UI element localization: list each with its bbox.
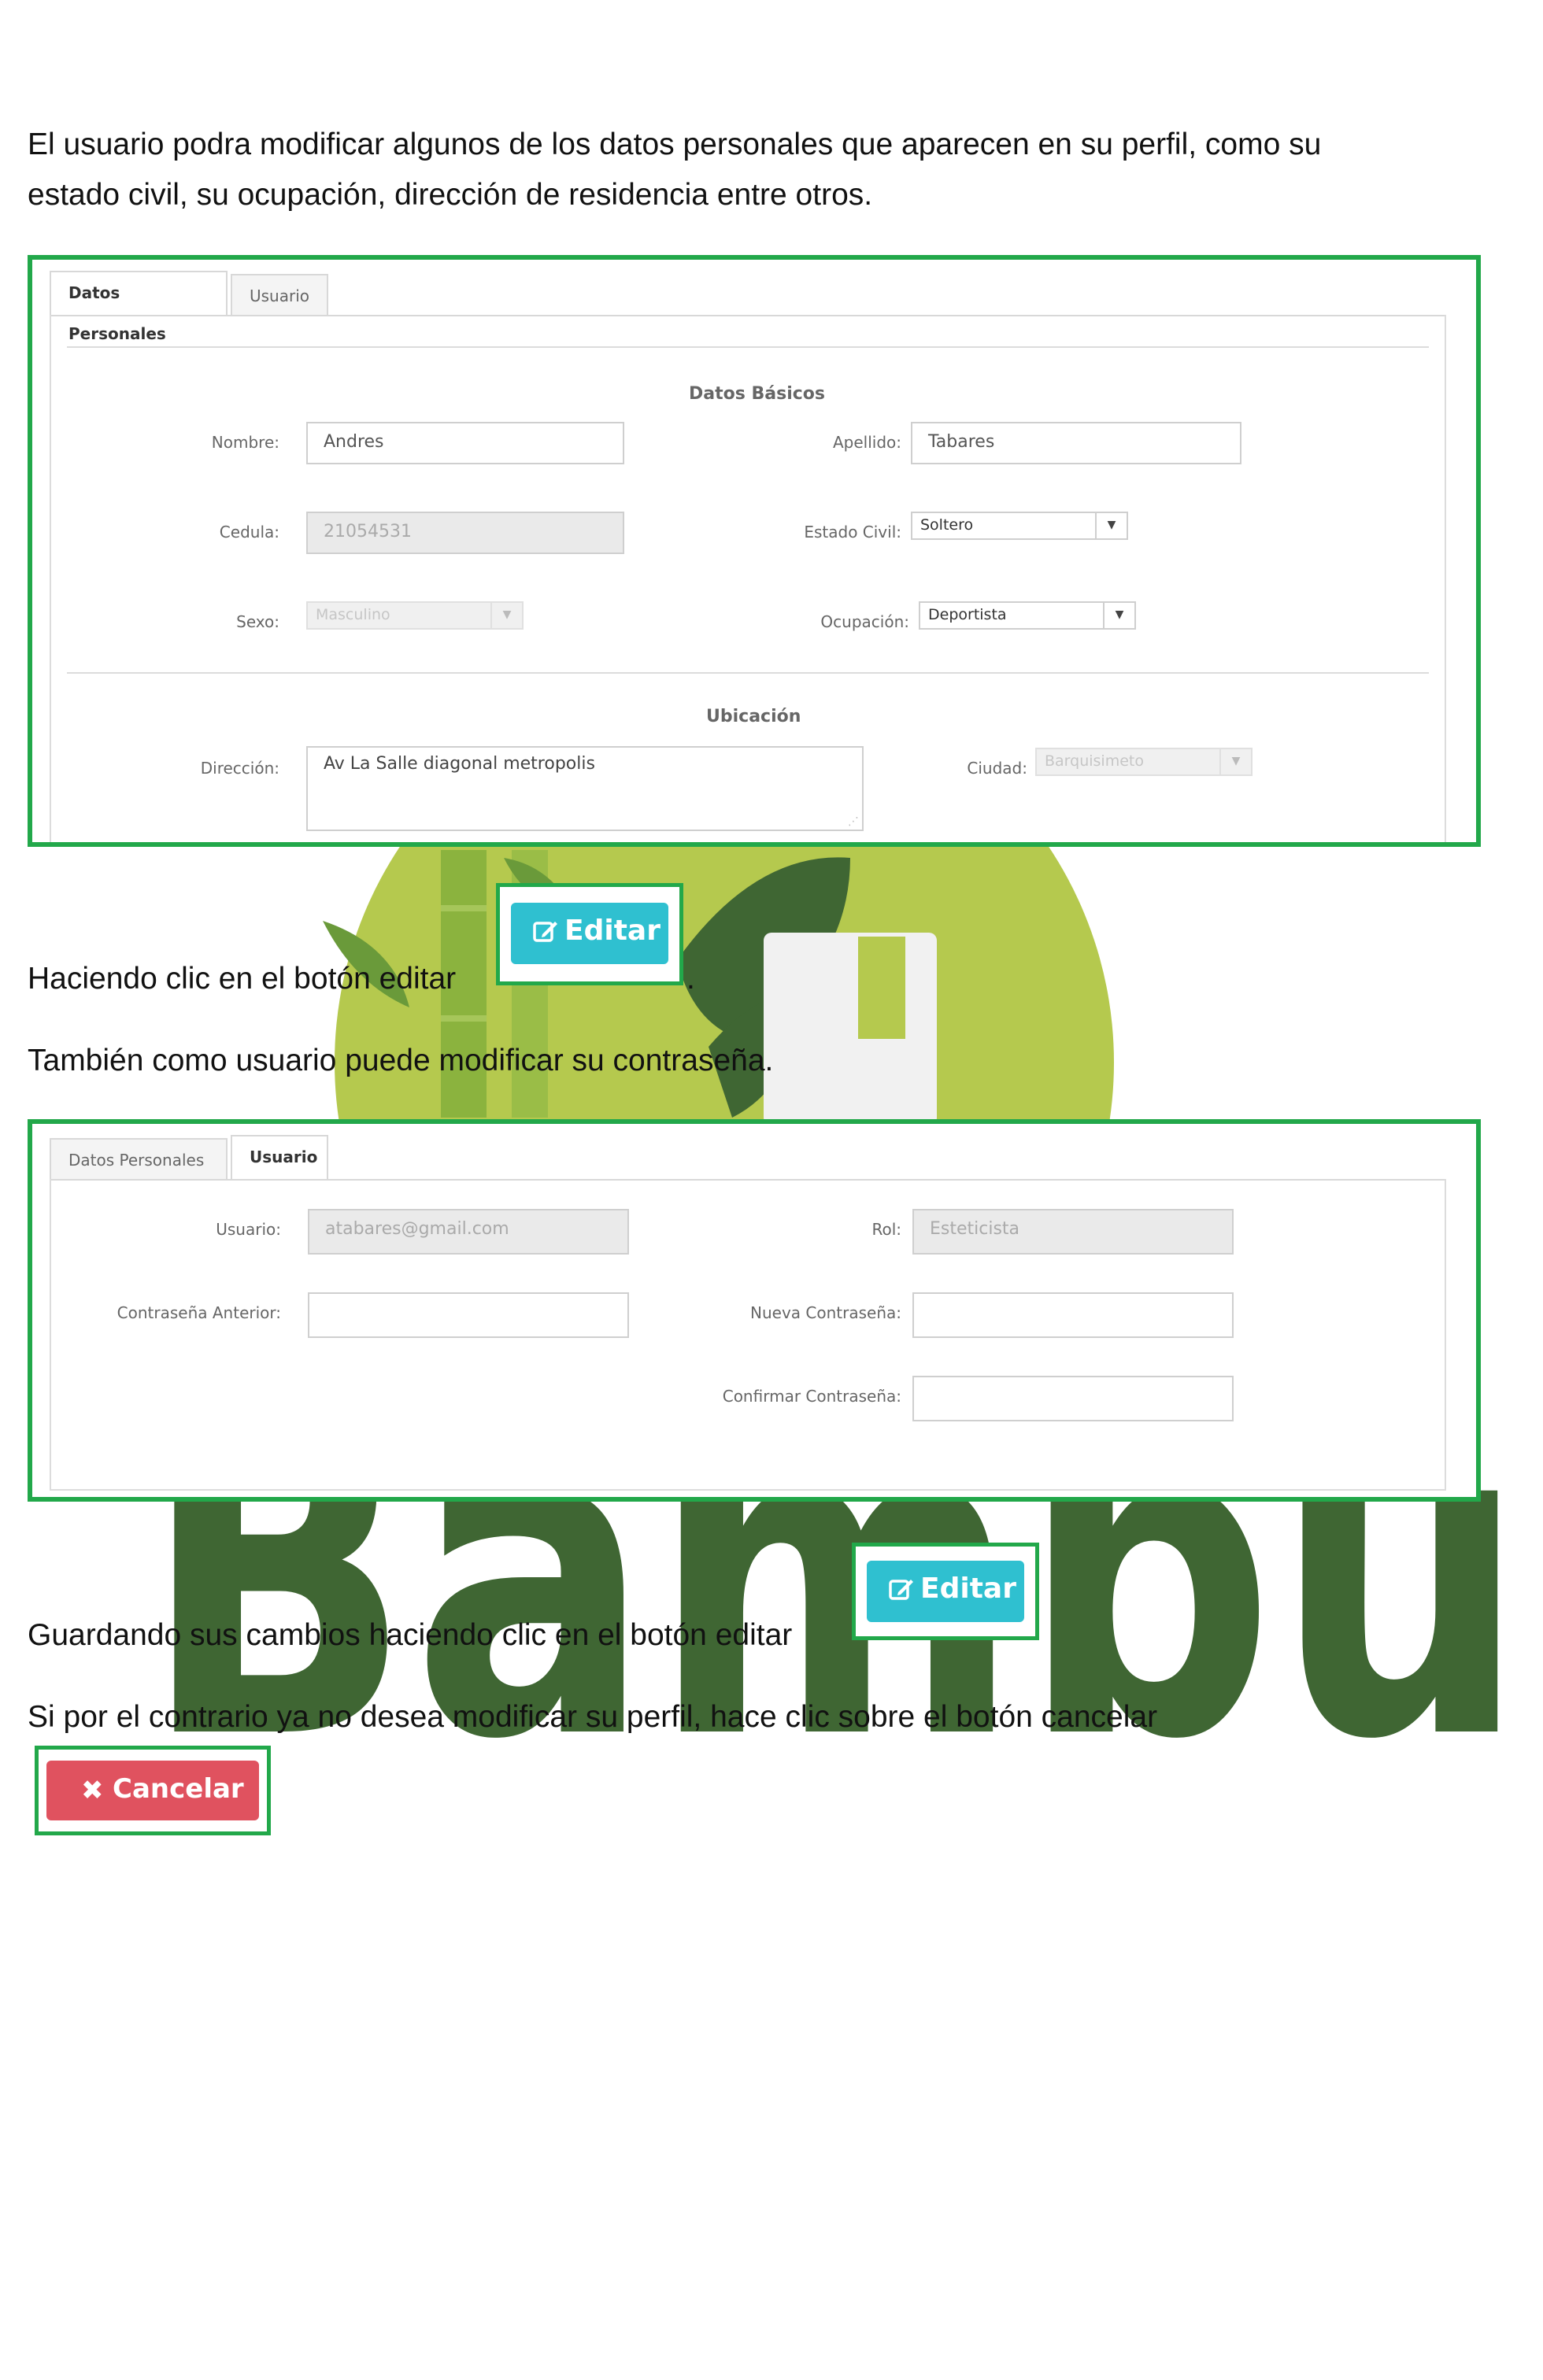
x-icon: ✖ xyxy=(81,1775,104,1806)
edit-button-highlight-2: Editar xyxy=(852,1543,1039,1640)
usuario-label: Usuario: xyxy=(216,1220,281,1239)
ciudad-value: Barquisimeto xyxy=(1045,752,1144,770)
cedula-input[interactable]: 21054531 xyxy=(306,512,624,554)
edit-instruction-period: . xyxy=(686,962,695,996)
edit-instruction: Haciendo clic en el botón editar xyxy=(28,962,457,996)
estado-civil-select[interactable]: Soltero ▼ xyxy=(911,512,1128,540)
direccion-label: Dirección: xyxy=(200,759,279,778)
edit-button-label: Editar xyxy=(564,915,660,947)
section-divider xyxy=(67,672,1429,674)
cancel-instruction: Si por el contrario ya no desea modifica… xyxy=(28,1700,1158,1734)
estado-civil-value: Soltero xyxy=(920,516,974,534)
cedula-label: Cedula: xyxy=(219,523,279,541)
chevron-down-icon: ▼ xyxy=(1219,749,1251,774)
direccion-textarea[interactable]: Av La Salle diagonal metropolis ⋰ xyxy=(306,746,864,831)
confirmar-contrasena-label: Confirmar Contraseña: xyxy=(722,1387,901,1406)
top-divider xyxy=(67,346,1429,348)
edit-button[interactable]: Editar xyxy=(867,1561,1024,1622)
intro-line-2: estado civil, su ocupación, dirección de… xyxy=(28,178,873,212)
form-panel: Usuario: atabares@gmail.com Rol: Estetic… xyxy=(50,1179,1446,1491)
form-tabs: Datos Personales Usuario xyxy=(50,1135,1446,1181)
edit-icon xyxy=(889,1576,914,1602)
cancel-button-label: Cancelar xyxy=(113,1773,244,1805)
save-instruction: Guardando sus cambios haciendo clic en e… xyxy=(28,1618,793,1652)
section-title-basic: Datos Básicos xyxy=(689,384,825,404)
ocupacion-label: Ocupación: xyxy=(820,612,909,631)
rol-input[interactable]: Esteticista xyxy=(912,1209,1234,1255)
edit-icon xyxy=(533,918,558,944)
tab-usuario[interactable]: Usuario xyxy=(231,274,328,315)
ocupacion-value: Deportista xyxy=(928,606,1007,623)
ocupacion-select[interactable]: Deportista ▼ xyxy=(919,601,1136,630)
chevron-down-icon: ▼ xyxy=(1103,603,1134,628)
password-intro: También como usuario puede modificar su … xyxy=(28,1044,774,1077)
nueva-contrasena-label: Nueva Contraseña: xyxy=(750,1303,901,1322)
contrasena-anterior-label: Contraseña Anterior: xyxy=(117,1303,281,1322)
nombre-label: Nombre: xyxy=(211,433,279,452)
sexo-value: Masculino xyxy=(316,606,390,623)
chevron-down-icon: ▼ xyxy=(1095,513,1127,538)
resize-grip-icon[interactable]: ⋰ xyxy=(848,815,859,828)
edit-button[interactable]: Editar xyxy=(511,903,668,964)
sexo-select[interactable]: Masculino ▼ xyxy=(306,601,524,630)
section-title-location: Ubicación xyxy=(706,707,801,726)
nombre-input[interactable]: Andres xyxy=(306,422,624,464)
apellido-label: Apellido: xyxy=(832,433,901,452)
sexo-label: Sexo: xyxy=(236,612,279,631)
confirmar-contrasena-input[interactable] xyxy=(912,1376,1234,1421)
tab-usuario[interactable]: Usuario xyxy=(231,1135,328,1179)
edit-button-label: Editar xyxy=(920,1572,1016,1605)
direccion-value: Av La Salle diagonal metropolis xyxy=(324,754,595,774)
ciudad-select[interactable]: Barquisimeto ▼ xyxy=(1035,748,1253,776)
contrasena-anterior-input[interactable] xyxy=(308,1292,629,1338)
cancel-button[interactable]: ✖ Cancelar xyxy=(46,1761,259,1820)
user-form-screenshot: Datos Personales Usuario Usuario: atabar… xyxy=(28,1119,1481,1502)
form-panel: Datos Básicos Nombre: Andres Apellido: T… xyxy=(50,315,1446,842)
watermark-b-letter xyxy=(764,933,937,1125)
apellido-input[interactable]: Tabares xyxy=(911,422,1241,464)
tab-datos-personales[interactable]: Datos Personales xyxy=(50,1138,228,1179)
tab-datos-personales[interactable]: Datos Personales xyxy=(50,271,228,343)
chevron-down-icon: ▼ xyxy=(490,603,522,628)
form-tabs: Datos Personales Usuario xyxy=(50,271,1446,343)
rol-label: Rol: xyxy=(871,1220,901,1239)
personal-data-form-screenshot: Datos Personales Usuario Datos Básicos N… xyxy=(28,255,1481,847)
usuario-input[interactable]: atabares@gmail.com xyxy=(308,1209,629,1255)
cancel-button-highlight: ✖ Cancelar xyxy=(35,1746,271,1835)
estado-civil-label: Estado Civil: xyxy=(804,523,901,541)
ciudad-label: Ciudad: xyxy=(967,759,1027,778)
intro-line-1: El usuario podra modificar algunos de lo… xyxy=(28,128,1322,161)
nueva-contrasena-input[interactable] xyxy=(912,1292,1234,1338)
edit-button-highlight: Editar xyxy=(496,883,683,985)
